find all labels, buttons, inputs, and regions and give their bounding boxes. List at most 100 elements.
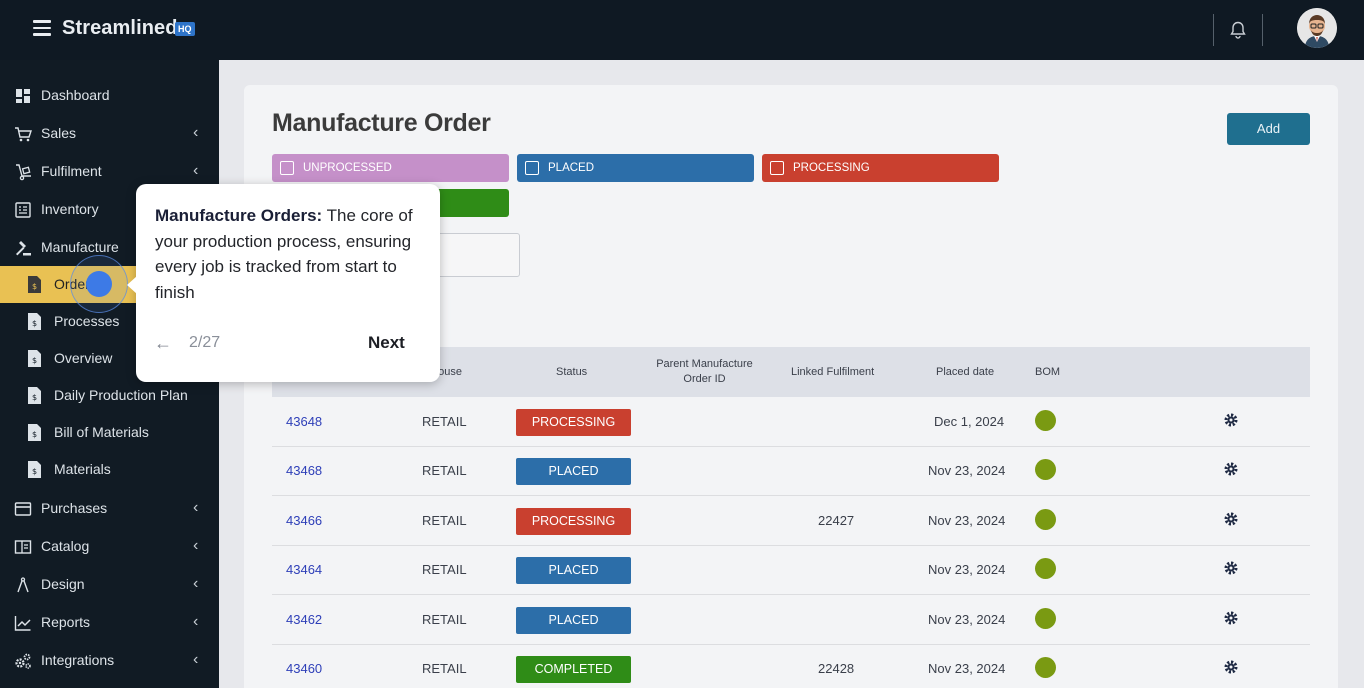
svg-text:$: $ xyxy=(32,319,37,328)
bom-status-icon xyxy=(1035,509,1056,530)
sidebar-item-purchases[interactable]: Purchases ‹ xyxy=(0,489,219,527)
file-dollar-icon: $ xyxy=(28,424,41,441)
filter-label: PROCESSING xyxy=(793,162,870,174)
filter-label: UNPROCESSED xyxy=(303,162,392,174)
bom-status-icon xyxy=(1035,558,1056,579)
menu-icon[interactable] xyxy=(33,20,51,36)
chevron-left-icon: ‹ xyxy=(193,613,199,630)
sidebar-item-label: Purchases xyxy=(41,500,108,516)
page-title: Manufacture Order xyxy=(272,109,491,137)
warehouse-cell: RETAIL xyxy=(422,612,467,627)
status-badge: COMPLETED xyxy=(516,656,631,683)
cart-icon xyxy=(15,127,32,142)
compass-icon xyxy=(17,577,29,593)
bell-icon[interactable] xyxy=(1228,20,1248,40)
filter-placed[interactable]: PLACED xyxy=(517,154,754,182)
filter-processing[interactable]: PROCESSING xyxy=(762,154,999,182)
sidebar-item-catalog[interactable]: Catalog ‹ xyxy=(0,527,219,565)
date-cell: Nov 23, 2024 xyxy=(928,463,1006,478)
gear-icon[interactable] xyxy=(1223,461,1239,477)
add-button[interactable]: Add xyxy=(1227,113,1310,145)
table-row[interactable]: 43468 RETAIL PLACED Nov 23, 2024 xyxy=(272,446,1310,496)
filter-unprocessed[interactable]: UNPROCESSED xyxy=(272,154,509,182)
warehouse-cell: RETAIL xyxy=(422,513,467,528)
file-dollar-icon: $ xyxy=(28,350,41,367)
gear-icon[interactable] xyxy=(1223,659,1239,675)
table-row[interactable]: 43464 RETAIL PLACED Nov 23, 2024 xyxy=(272,545,1310,595)
gear-icon[interactable] xyxy=(1223,610,1239,626)
order-id-link[interactable]: 43466 xyxy=(286,513,322,528)
table-row[interactable]: 43648 RETAIL PROCESSING Dec 1, 2024 xyxy=(272,397,1310,447)
sidebar-item-dashboard[interactable]: Dashboard xyxy=(0,76,219,114)
chevron-left-icon: ‹ xyxy=(193,537,199,554)
status-badge: PROCESSING xyxy=(516,508,631,535)
avatar-image xyxy=(1297,8,1337,48)
file-dollar-icon: $ xyxy=(28,276,41,293)
search-input[interactable] xyxy=(430,233,520,277)
column-header-placed-date[interactable]: Placed date xyxy=(936,365,994,380)
back-arrow-icon[interactable]: ← xyxy=(154,333,172,354)
sidebar-subitem-daily-production-plan[interactable]: $ Daily Production Plan xyxy=(0,377,219,414)
column-header-linked-fulfilment[interactable]: Linked Fulfilment xyxy=(791,365,874,380)
column-header-bom[interactable]: BOM xyxy=(1035,365,1060,380)
file-dollar-icon: $ xyxy=(28,387,41,404)
bom-status-icon xyxy=(1035,459,1056,480)
chevron-left-icon: ‹ xyxy=(193,499,199,516)
date-cell: Dec 1, 2024 xyxy=(934,414,1005,429)
sidebar-item-integrations[interactable]: Integrations ‹ xyxy=(0,641,219,679)
divider xyxy=(1262,14,1263,46)
gear-icon[interactable] xyxy=(1223,560,1239,576)
dashboard-icon xyxy=(16,89,30,103)
sidebar-subitem-materials[interactable]: $ Materials xyxy=(0,451,219,488)
tooltip-text: Manufacture Orders: The core of your pro… xyxy=(155,203,425,305)
warehouse-cell: RETAIL xyxy=(422,661,467,676)
svg-text:$: $ xyxy=(32,393,37,402)
next-button[interactable]: Next xyxy=(368,333,405,353)
column-header-status[interactable]: Status xyxy=(556,365,587,380)
gavel-icon xyxy=(16,241,31,256)
gear-icon[interactable] xyxy=(1223,412,1239,428)
date-cell: Nov 23, 2024 xyxy=(928,513,1006,528)
tooltip-title: Manufacture Orders: xyxy=(155,206,323,225)
checkbox[interactable] xyxy=(280,161,294,175)
checkbox[interactable] xyxy=(525,161,539,175)
chevron-left-icon: ‹ xyxy=(193,124,199,141)
sidebar-item-label: Sales xyxy=(41,125,77,141)
sidebar-item-label: Design xyxy=(41,576,85,592)
sidebar-subitem-label: Overview xyxy=(54,350,113,366)
status-badge: PROCESSING xyxy=(516,409,631,436)
file-dollar-icon: $ xyxy=(28,313,41,330)
bom-status-icon xyxy=(1035,608,1056,629)
status-badge: PLACED xyxy=(516,557,631,584)
table-row[interactable]: 43462 RETAIL PLACED Nov 23, 2024 xyxy=(272,595,1310,645)
order-id-link[interactable]: 43468 xyxy=(286,463,322,478)
brand-name[interactable]: Streamlined xyxy=(62,17,178,40)
sidebar-item-sales[interactable]: Sales ‹ xyxy=(0,114,219,152)
bom-status-icon xyxy=(1035,657,1056,678)
checkbox[interactable] xyxy=(770,161,784,175)
sidebar-item-label: Catalog xyxy=(41,538,90,554)
sidebar-item-reports[interactable]: Reports ‹ xyxy=(0,603,219,641)
sidebar-subitem-bill-of-materials[interactable]: $ Bill of Materials xyxy=(0,414,219,451)
chevron-left-icon: ‹ xyxy=(193,651,199,668)
order-id-link[interactable]: 43460 xyxy=(286,661,322,676)
fulfilment-cell: 22428 xyxy=(818,661,855,676)
tour-hotspot[interactable] xyxy=(86,271,112,297)
avatar[interactable] xyxy=(1297,8,1337,48)
order-id-link[interactable]: 43648 xyxy=(286,414,322,429)
sidebar-subitem-label: Bill of Materials xyxy=(54,424,149,440)
order-id-link[interactable]: 43464 xyxy=(286,562,322,577)
table-row[interactable]: 43466 RETAIL PROCESSING 22427 Nov 23, 20… xyxy=(272,496,1310,546)
cogs-icon xyxy=(15,653,31,669)
sidebar-item-design[interactable]: Design ‹ xyxy=(0,565,219,603)
tooltip-arrow xyxy=(127,276,137,294)
tour-step-counter: 2/27 xyxy=(189,334,221,351)
dolly-icon xyxy=(16,164,31,181)
status-badge: PLACED xyxy=(516,458,631,485)
column-header-parent-order[interactable]: Parent Manufacture Order ID xyxy=(647,357,762,387)
order-id-link[interactable]: 43462 xyxy=(286,612,322,627)
table-row[interactable]: 43460 RETAIL COMPLETED 22428 Nov 23, 202… xyxy=(272,644,1310,688)
sidebar-subitem-label: Materials xyxy=(54,461,111,477)
sidebar-item-label: Inventory xyxy=(41,201,99,217)
gear-icon[interactable] xyxy=(1223,511,1239,527)
